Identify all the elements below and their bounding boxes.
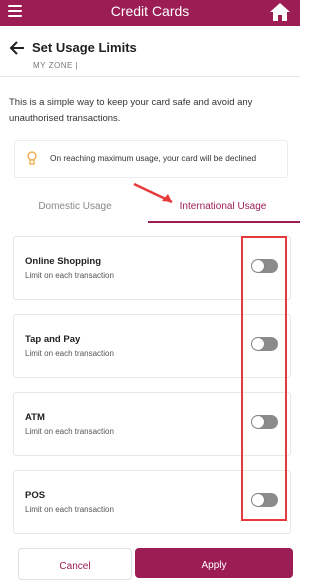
active-tab-underline	[148, 221, 300, 223]
top-app-bar: Credit Cards	[0, 0, 300, 26]
intro-text: This is a simple way to keep your card s…	[9, 97, 253, 124]
annotation-highlight-box	[241, 236, 287, 521]
breadcrumb: MY ZONE |	[33, 61, 79, 70]
lightbulb-icon	[27, 151, 37, 165]
limit-subtitle: Limit on each transaction	[25, 271, 114, 280]
limit-name: Tap and Pay	[25, 334, 81, 345]
tab-international-usage[interactable]: International Usage	[148, 196, 298, 223]
page-header: Set Usage Limits MY ZONE |	[0, 26, 300, 77]
warning-text: On reaching maximum usage, your card wil…	[50, 153, 257, 163]
warning-card: On reaching maximum usage, your card wil…	[14, 140, 288, 178]
limit-name: ATM	[25, 412, 45, 423]
usage-tabs: Domestic Usage International Usage	[0, 196, 300, 224]
home-icon[interactable]	[268, 1, 292, 23]
limit-subtitle: Limit on each transaction	[25, 505, 114, 514]
page-title: Set Usage Limits	[32, 40, 137, 55]
tab-domestic-usage[interactable]: Domestic Usage	[0, 196, 150, 223]
limit-subtitle: Limit on each transaction	[25, 427, 114, 436]
limit-name: POS	[25, 490, 46, 501]
limit-name: Online Shopping	[25, 256, 101, 267]
limit-subtitle: Limit on each transaction	[25, 349, 114, 358]
app-title: Credit Cards	[110, 3, 190, 19]
apply-button[interactable]: Apply	[135, 548, 293, 578]
back-arrow-icon[interactable]	[8, 39, 26, 57]
cancel-button[interactable]: Cancel	[18, 548, 132, 580]
